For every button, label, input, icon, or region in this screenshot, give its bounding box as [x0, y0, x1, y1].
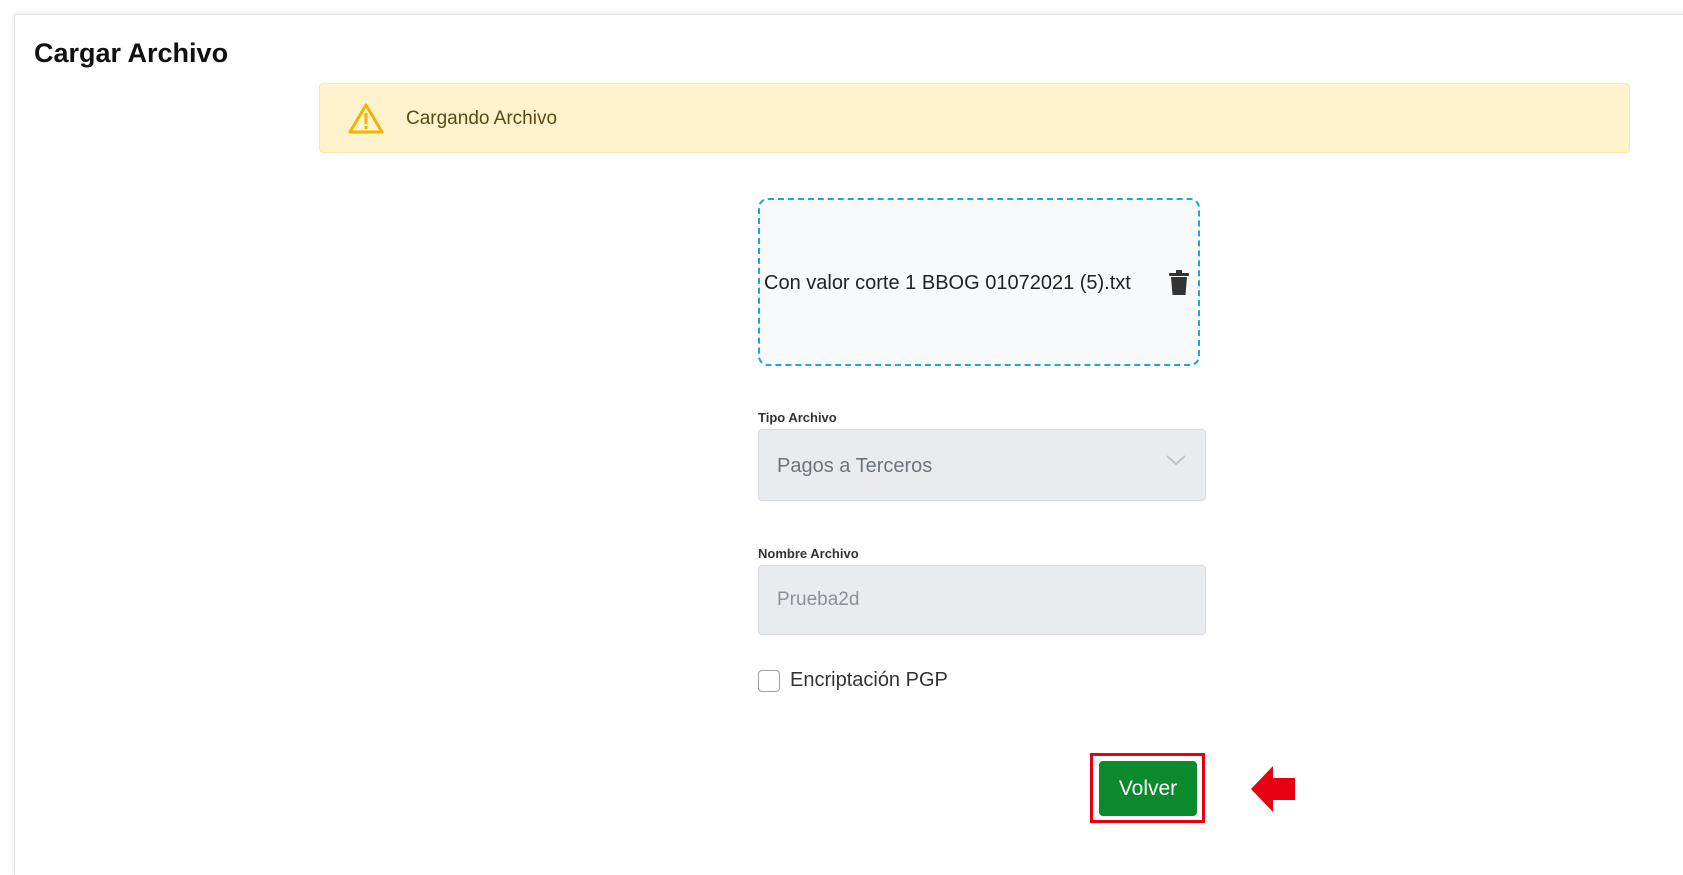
tipo-archivo-select[interactable]: Pagos a Terceros — [758, 429, 1206, 501]
alert-message: Cargando Archivo — [406, 108, 558, 129]
warning-triangle-icon — [348, 103, 384, 134]
uploaded-file-name: Con valor corte 1 BBOG 01072021 (5).txt — [764, 272, 1131, 294]
encriptacion-label: Encriptación PGP — [790, 669, 948, 691]
nombre-archivo-input[interactable] — [758, 565, 1206, 635]
page-title: Cargar Archivo — [34, 38, 229, 68]
tipo-archivo-label: Tipo Archivo — [758, 410, 837, 425]
nombre-archivo-label: Nombre Archivo — [758, 546, 859, 561]
red-arrow-icon — [1251, 766, 1295, 812]
tipo-archivo-value: Pagos a Terceros — [777, 455, 933, 477]
loading-alert: Cargando Archivo — [319, 83, 1630, 153]
trash-icon[interactable] — [1168, 270, 1190, 296]
chevron-down-icon — [1166, 455, 1186, 466]
file-dropzone[interactable]: Con valor corte 1 BBOG 01072021 (5).txt — [758, 198, 1200, 366]
encriptacion-checkbox[interactable] — [758, 670, 780, 692]
volver-button[interactable]: Volver — [1099, 761, 1197, 816]
